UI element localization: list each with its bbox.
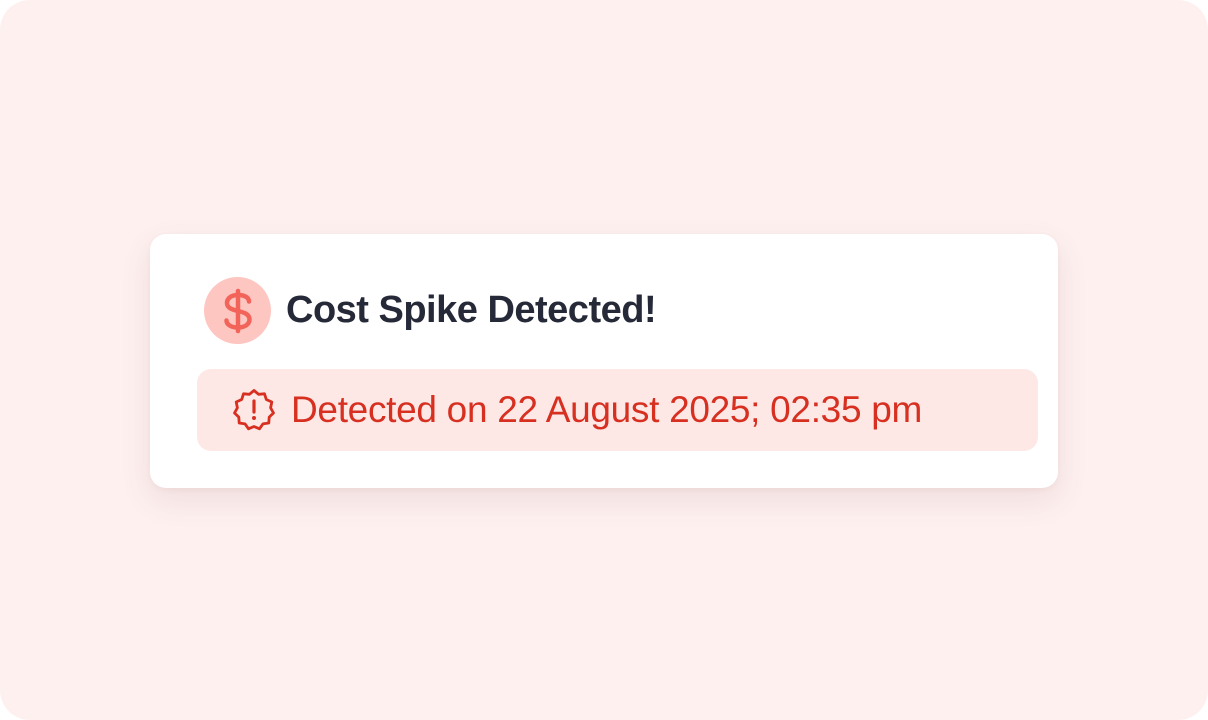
page-background: Cost Spike Detected! Detected on 22 Augu… <box>0 0 1208 720</box>
detected-timestamp: Detected on 22 August 2025; 02:35 pm <box>291 389 923 430</box>
detected-banner: Detected on 22 August 2025; 02:35 pm <box>197 369 1038 451</box>
alert-header: Cost Spike Detected! <box>204 277 657 344</box>
alert-title: Cost Spike Detected! <box>286 289 657 331</box>
dollar-icon <box>204 277 271 344</box>
alert-badge-icon <box>231 387 277 433</box>
cost-spike-alert-card[interactable]: Cost Spike Detected! Detected on 22 Augu… <box>150 234 1058 488</box>
